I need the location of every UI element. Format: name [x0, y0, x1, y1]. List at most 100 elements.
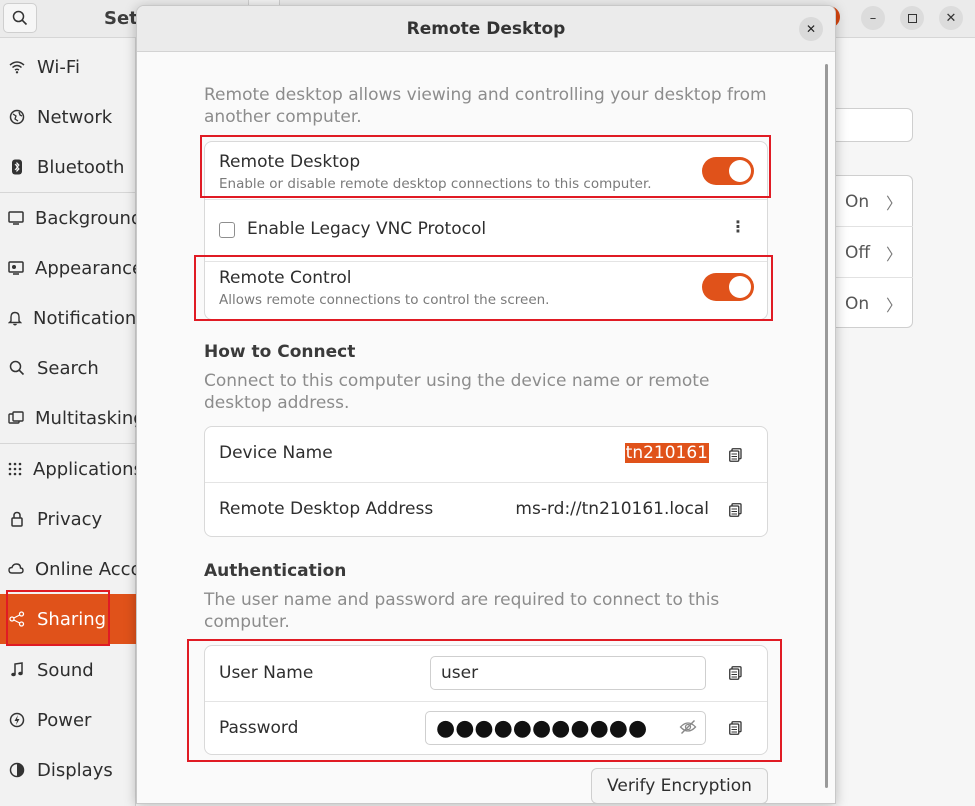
network-icon	[8, 109, 26, 125]
window-close-button[interactable]: ✕	[939, 6, 963, 30]
authentication-heading: Authentication	[204, 561, 347, 581]
sidebar-item-label: Displays	[37, 759, 113, 781]
sidebar-item-online-accounts[interactable]: Online Accounts	[0, 544, 136, 594]
sidebar-item-power[interactable]: Power	[0, 695, 136, 745]
copy-icon	[728, 666, 742, 680]
username-label: User Name	[219, 663, 314, 683]
password-label: Password	[219, 718, 299, 738]
search-icon	[12, 10, 28, 26]
sidebar-item-sharing[interactable]: Sharing	[0, 594, 136, 644]
remote-control-title: Remote Control	[219, 268, 352, 288]
intro-description: Remote desktop allows viewing and contro…	[204, 85, 767, 127]
list-item[interactable]: On 〉	[836, 176, 913, 227]
sidebar-item-label: Wi-Fi	[37, 56, 80, 78]
sidebar-item-label: Notifications	[33, 307, 136, 329]
remote-desktop-subtitle: Enable or disable remote desktop connect…	[219, 176, 652, 192]
copy-password-button[interactable]	[725, 718, 745, 738]
cloud-icon	[8, 562, 24, 576]
appearance-icon	[8, 261, 24, 275]
remote-desktop-settings-card: Remote Desktop Enable or disable remote …	[204, 141, 768, 320]
display-icon	[8, 762, 26, 778]
copy-icon	[728, 503, 742, 517]
sidebar-item-network[interactable]: Network	[0, 92, 136, 142]
sidebar-item-label: Online Accounts	[35, 558, 136, 580]
apps-grid-icon	[8, 462, 22, 476]
sidebar-item-label: Privacy	[37, 508, 103, 530]
username-field[interactable]: user	[430, 656, 706, 690]
remote-address-label: Remote Desktop Address	[219, 499, 434, 519]
sidebar-item-wifi[interactable]: Wi-Fi	[0, 42, 136, 92]
password-value: ●●●●●●●●●●●	[436, 715, 648, 741]
remote-control-subtitle: Allows remote connections to control the…	[219, 292, 550, 308]
sidebar-item-label: Background	[35, 207, 136, 229]
settings-title: Set	[104, 8, 138, 29]
sidebar-item-sound[interactable]: Sound	[0, 645, 136, 695]
maximize-icon	[907, 13, 917, 23]
remote-desktop-toggle[interactable]	[702, 157, 754, 185]
sidebar-item-background[interactable]: Background	[0, 193, 136, 243]
remote-address-value[interactable]: ms-rd://tn210161.local	[515, 499, 709, 519]
credentials-card: User Name user Password ●●●●●●●●●●●	[204, 645, 768, 755]
sidebar-item-search[interactable]: Search	[0, 343, 136, 393]
more-options-icon[interactable]: ⋮	[730, 217, 746, 236]
sidebar-item-privacy[interactable]: Privacy	[0, 494, 136, 544]
maximize-button[interactable]	[900, 6, 924, 30]
minimize-button[interactable]: –	[861, 6, 885, 30]
chevron-right-icon: 〉	[886, 244, 903, 264]
copy-address-button[interactable]	[725, 500, 745, 520]
legacy-vnc-label: Enable Legacy VNC Protocol	[247, 219, 487, 239]
sidebar-item-appearance[interactable]: Appearance	[0, 243, 136, 293]
list-item-value: On	[845, 191, 870, 212]
power-icon	[8, 712, 26, 728]
list-item-value: On	[845, 293, 870, 314]
copy-icon	[728, 721, 742, 735]
scrollbar[interactable]	[825, 64, 828, 788]
sidebar-item-label: Applications	[33, 458, 136, 480]
search-icon	[8, 360, 26, 376]
close-icon: ✕	[805, 22, 817, 36]
connection-info-card: Device Name tn210161 Remote Desktop Addr…	[204, 426, 768, 537]
bell-icon	[8, 310, 22, 326]
settings-content-panel	[836, 38, 975, 806]
share-icon	[8, 611, 26, 627]
sidebar-item-label: Network	[37, 106, 113, 128]
sidebar-item-applications[interactable]: Applications	[0, 444, 136, 494]
list-item[interactable]: On 〉	[836, 278, 913, 329]
sidebar-item-label: Search	[37, 357, 99, 379]
background-icon	[8, 211, 24, 225]
sidebar-item-label: Sound	[37, 659, 94, 681]
music-note-icon	[8, 662, 26, 678]
settings-sidebar: Wi-Fi Network Bluetooth Background Appea…	[0, 38, 136, 806]
wifi-icon	[8, 60, 26, 74]
sidebar-item-displays[interactable]: Displays	[0, 745, 136, 795]
list-item-value: Off	[845, 242, 871, 263]
how-to-connect-description: Connect to this computer using the devic…	[204, 371, 710, 413]
copy-device-name-button[interactable]	[725, 445, 745, 465]
sidebar-item-label: Bluetooth	[37, 156, 125, 178]
eye-hidden-icon[interactable]	[679, 719, 697, 740]
device-name-label: Device Name	[219, 443, 333, 463]
sidebar-item-multitasking[interactable]: Multitasking	[0, 393, 136, 443]
how-to-connect-heading: How to Connect	[204, 342, 356, 362]
sidebar-item-notifications[interactable]: Notifications	[0, 293, 136, 343]
list-item[interactable]: Off 〉	[836, 227, 913, 278]
sidebar-item-bluetooth[interactable]: Bluetooth	[0, 142, 136, 192]
search-button[interactable]	[3, 3, 37, 33]
bluetooth-icon	[8, 159, 26, 175]
dialog-close-button[interactable]: ✕	[799, 17, 823, 41]
multitasking-icon	[8, 411, 24, 425]
background-text-field[interactable]	[836, 108, 913, 142]
sidebar-item-label: Sharing	[37, 608, 107, 630]
password-field[interactable]: ●●●●●●●●●●●	[425, 711, 706, 745]
minimize-icon: –	[869, 10, 877, 26]
sidebar-item-label: Appearance	[35, 257, 136, 279]
device-name-value[interactable]: tn210161	[624, 443, 709, 463]
dialog-header: Remote Desktop ✕	[137, 6, 835, 52]
remote-control-toggle[interactable]	[702, 273, 754, 301]
verify-encryption-button[interactable]: Verify Encryption	[591, 768, 768, 803]
remote-desktop-dialog: Remote Desktop ✕ Remote desktop allows v…	[136, 5, 836, 804]
copy-username-button[interactable]	[725, 663, 745, 683]
background-sharing-list: On 〉 Off 〉 On 〉	[836, 175, 913, 328]
chevron-right-icon: 〉	[886, 295, 903, 315]
legacy-vnc-checkbox[interactable]	[219, 222, 235, 238]
